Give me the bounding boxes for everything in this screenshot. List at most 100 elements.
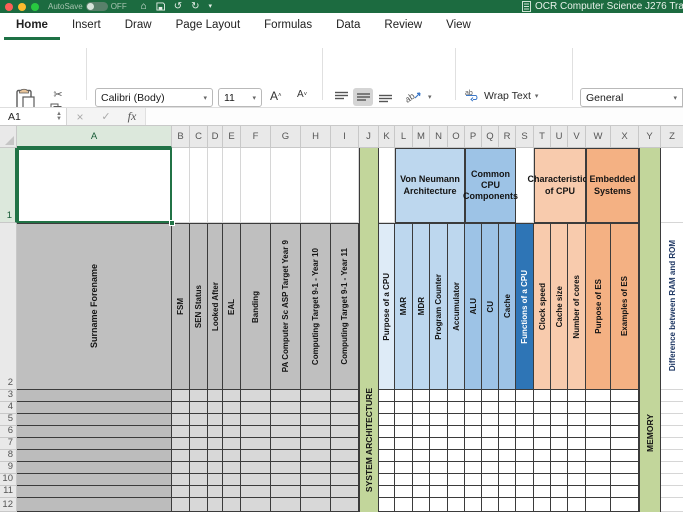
cell-G8[interactable]: [271, 450, 301, 462]
cell-N3[interactable]: [430, 390, 448, 402]
row-header-1[interactable]: 1: [0, 148, 17, 223]
cell-A10[interactable]: [17, 474, 172, 486]
cell-A3[interactable]: [17, 390, 172, 402]
row-header-11[interactable]: 11: [0, 485, 17, 498]
cell-S5[interactable]: [516, 414, 534, 426]
cell-W6[interactable]: [586, 426, 611, 438]
cell-S11[interactable]: [516, 486, 534, 498]
merged-header-common-cpu-components[interactable]: Common CPU Components: [463, 148, 518, 223]
cell-W3[interactable]: [586, 390, 611, 402]
column-header-H[interactable]: H: [301, 126, 331, 148]
cell-F6[interactable]: [241, 426, 271, 438]
header-cell-R2[interactable]: Cache: [499, 223, 516, 390]
column-header-K[interactable]: K: [379, 126, 395, 148]
cell-H5[interactable]: [301, 414, 331, 426]
cell-G1[interactable]: [271, 148, 301, 223]
align-bottom-icon[interactable]: [375, 88, 395, 106]
cell-N6[interactable]: [430, 426, 448, 438]
cell-V8[interactable]: [568, 450, 586, 462]
cell-S8[interactable]: [516, 450, 534, 462]
cell-Q11[interactable]: [482, 486, 499, 498]
cell-Q10[interactable]: [482, 474, 499, 486]
cell-N10[interactable]: [430, 474, 448, 486]
cell-K12[interactable]: [379, 498, 395, 512]
cell-V9[interactable]: [568, 462, 586, 474]
cell-A7[interactable]: [17, 438, 172, 450]
cell-N9[interactable]: [430, 462, 448, 474]
cell-Q8[interactable]: [482, 450, 499, 462]
cell-Z4[interactable]: [661, 402, 683, 414]
cell-W4[interactable]: [586, 402, 611, 414]
fill-handle[interactable]: [169, 220, 175, 226]
header-cell-Z2[interactable]: Difference between RAM and ROM: [661, 223, 683, 390]
cell-H10[interactable]: [301, 474, 331, 486]
cell-P10[interactable]: [465, 474, 482, 486]
cell-O5[interactable]: [448, 414, 465, 426]
header-cell-F2[interactable]: Banding: [241, 223, 271, 390]
header-cell-B2[interactable]: FSM: [172, 223, 190, 390]
cell-X3[interactable]: [611, 390, 639, 402]
column-header-Y[interactable]: Y: [639, 126, 661, 148]
autosave-toggle[interactable]: [85, 2, 108, 11]
cell-X12[interactable]: [611, 498, 639, 512]
cell-O4[interactable]: [448, 402, 465, 414]
name-box-spinner[interactable]: ▲ ▼: [52, 108, 67, 125]
merged-header-von-neumann-architecture[interactable]: Von Neumann Architecture: [395, 148, 465, 223]
cell-K10[interactable]: [379, 474, 395, 486]
minimize-button[interactable]: [18, 2, 26, 11]
cell-A6[interactable]: [17, 426, 172, 438]
cell-F8[interactable]: [241, 450, 271, 462]
cell-I1[interactable]: [331, 148, 359, 223]
cell-D12[interactable]: [208, 498, 223, 512]
cell-I7[interactable]: [331, 438, 359, 450]
header-cell-M2[interactable]: MDR: [413, 223, 430, 390]
cell-N4[interactable]: [430, 402, 448, 414]
header-cell-D2[interactable]: Looked After: [208, 223, 223, 390]
cell-U6[interactable]: [551, 426, 568, 438]
cell-S12[interactable]: [516, 498, 534, 512]
header-cell-U2[interactable]: Cache size: [551, 223, 568, 390]
cell-C9[interactable]: [190, 462, 208, 474]
cell-H8[interactable]: [301, 450, 331, 462]
cell-X6[interactable]: [611, 426, 639, 438]
cell-Z9[interactable]: [661, 462, 683, 474]
cell-U5[interactable]: [551, 414, 568, 426]
cell-G4[interactable]: [271, 402, 301, 414]
cell-U7[interactable]: [551, 438, 568, 450]
cell-B6[interactable]: [172, 426, 190, 438]
cell-Z7[interactable]: [661, 438, 683, 450]
cell-Z3[interactable]: [661, 390, 683, 402]
cell-F12[interactable]: [241, 498, 271, 512]
cell-D5[interactable]: [208, 414, 223, 426]
cell-X8[interactable]: [611, 450, 639, 462]
cell-S9[interactable]: [516, 462, 534, 474]
cell-R4[interactable]: [499, 402, 516, 414]
cell-M11[interactable]: [413, 486, 430, 498]
cell-F10[interactable]: [241, 474, 271, 486]
cell-A8[interactable]: [17, 450, 172, 462]
cell-D7[interactable]: [208, 438, 223, 450]
cell-V6[interactable]: [568, 426, 586, 438]
cell-M7[interactable]: [413, 438, 430, 450]
cell-O10[interactable]: [448, 474, 465, 486]
cell-V10[interactable]: [568, 474, 586, 486]
cell-L11[interactable]: [395, 486, 413, 498]
cell-H7[interactable]: [301, 438, 331, 450]
cell-X7[interactable]: [611, 438, 639, 450]
cell-P12[interactable]: [465, 498, 482, 512]
column-header-T[interactable]: T: [534, 126, 551, 148]
cell-M4[interactable]: [413, 402, 430, 414]
cell-T3[interactable]: [534, 390, 551, 402]
cell-V7[interactable]: [568, 438, 586, 450]
cell-E6[interactable]: [223, 426, 241, 438]
cell-Z12[interactable]: [661, 498, 683, 512]
header-cell-W2[interactable]: Purpose of ES: [586, 223, 611, 390]
formula-input[interactable]: [145, 108, 683, 125]
align-top-icon[interactable]: [331, 88, 351, 106]
cell-K7[interactable]: [379, 438, 395, 450]
cell-T10[interactable]: [534, 474, 551, 486]
cell-D6[interactable]: [208, 426, 223, 438]
column-header-U[interactable]: U: [551, 126, 568, 148]
cell-P5[interactable]: [465, 414, 482, 426]
cell-L12[interactable]: [395, 498, 413, 512]
